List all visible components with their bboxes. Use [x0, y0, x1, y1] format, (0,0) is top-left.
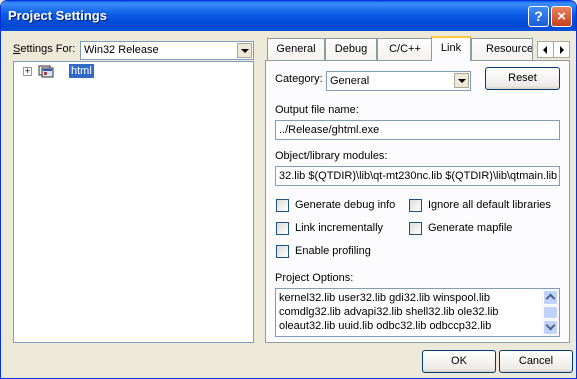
title-bar[interactable]: Project Settings ? ×	[1, 1, 576, 31]
category-dropdown[interactable]: General	[326, 71, 471, 91]
project-options-label: Project Options:	[275, 272, 354, 284]
generate-debug-info-checkbox[interactable]	[276, 199, 289, 212]
scroll-thumb[interactable]	[543, 306, 558, 319]
output-file-label: Output file name:	[275, 104, 359, 116]
ignore-default-libraries-label[interactable]: Ignore all default libraries	[428, 199, 551, 211]
project-options-line: kernel32.lib user32.lib gdi32.lib winspo…	[279, 292, 490, 304]
category-label: Category:	[275, 73, 323, 85]
modules-value: 32.lib $(QTDIR)\lib\qt-mt230nc.lib $(QTD…	[279, 170, 558, 182]
tab-general[interactable]: General	[267, 38, 325, 60]
category-value: General	[330, 75, 370, 87]
close-button[interactable]: ×	[551, 6, 572, 27]
settings-for-value: Win32 Release	[84, 44, 159, 56]
project-options-line: comdlg32.lib advapi32.lib shell32.lib ol…	[279, 306, 499, 318]
tab-scroll-right-icon[interactable]	[553, 41, 570, 58]
modules-input[interactable]: 32.lib $(QTDIR)\lib\qt-mt230nc.lib $(QTD…	[275, 166, 560, 186]
project-settings-dialog: Project Settings ? × Settings For: Win32…	[0, 0, 577, 379]
tab-debug[interactable]: Debug	[325, 38, 377, 60]
scroll-down-icon[interactable]	[543, 320, 558, 335]
settings-for-dropdown[interactable]: Win32 Release	[80, 41, 254, 60]
project-options-textarea[interactable]: kernel32.lib user32.lib gdi32.lib winspo…	[275, 288, 560, 337]
enable-profiling-checkbox[interactable]	[276, 245, 289, 258]
reset-button[interactable]: Reset	[485, 67, 560, 90]
ok-button[interactable]: OK	[422, 350, 496, 373]
tab-c-cpp[interactable]: C/C++	[377, 38, 433, 60]
output-file-input[interactable]: ../Release/ghtml.exe	[275, 120, 560, 140]
settings-for-label: Settings For:	[13, 43, 76, 55]
tab-scroll-left-icon[interactable]	[537, 41, 554, 58]
project-options-line: oleaut32.lib uuid.lib odbc32.lib odbccp3…	[279, 320, 492, 332]
chevron-down-icon[interactable]	[237, 43, 252, 58]
output-file-value: ../Release/ghtml.exe	[279, 124, 380, 136]
ignore-default-libraries-checkbox[interactable]	[409, 199, 422, 212]
project-options-scrollbar[interactable]	[542, 289, 559, 336]
tab-resources[interactable]: Resources	[471, 38, 533, 60]
link-incrementally-label[interactable]: Link incrementally	[295, 222, 383, 234]
generate-mapfile-label[interactable]: Generate mapfile	[428, 222, 512, 234]
enable-profiling-label[interactable]: Enable profiling	[295, 245, 371, 257]
project-folder-icon	[38, 65, 54, 78]
tree-expand-icon[interactable]: +	[23, 67, 32, 76]
modules-label: Object/library modules:	[275, 150, 388, 162]
scroll-up-icon[interactable]	[543, 290, 558, 305]
cancel-button[interactable]: Cancel	[499, 350, 573, 373]
help-button[interactable]: ?	[528, 6, 549, 27]
chevron-down-icon[interactable]	[454, 73, 469, 88]
project-tree[interactable]: + html	[13, 61, 254, 343]
tab-link[interactable]: Link	[431, 36, 471, 61]
generate-debug-info-label[interactable]: Generate debug info	[295, 199, 395, 211]
link-incrementally-checkbox[interactable]	[276, 222, 289, 235]
window-title: Project Settings	[8, 8, 107, 23]
generate-mapfile-checkbox[interactable]	[409, 222, 422, 235]
tree-item-html[interactable]: html	[69, 64, 94, 78]
link-tab-page: Category: General Reset Output file name…	[265, 60, 570, 343]
